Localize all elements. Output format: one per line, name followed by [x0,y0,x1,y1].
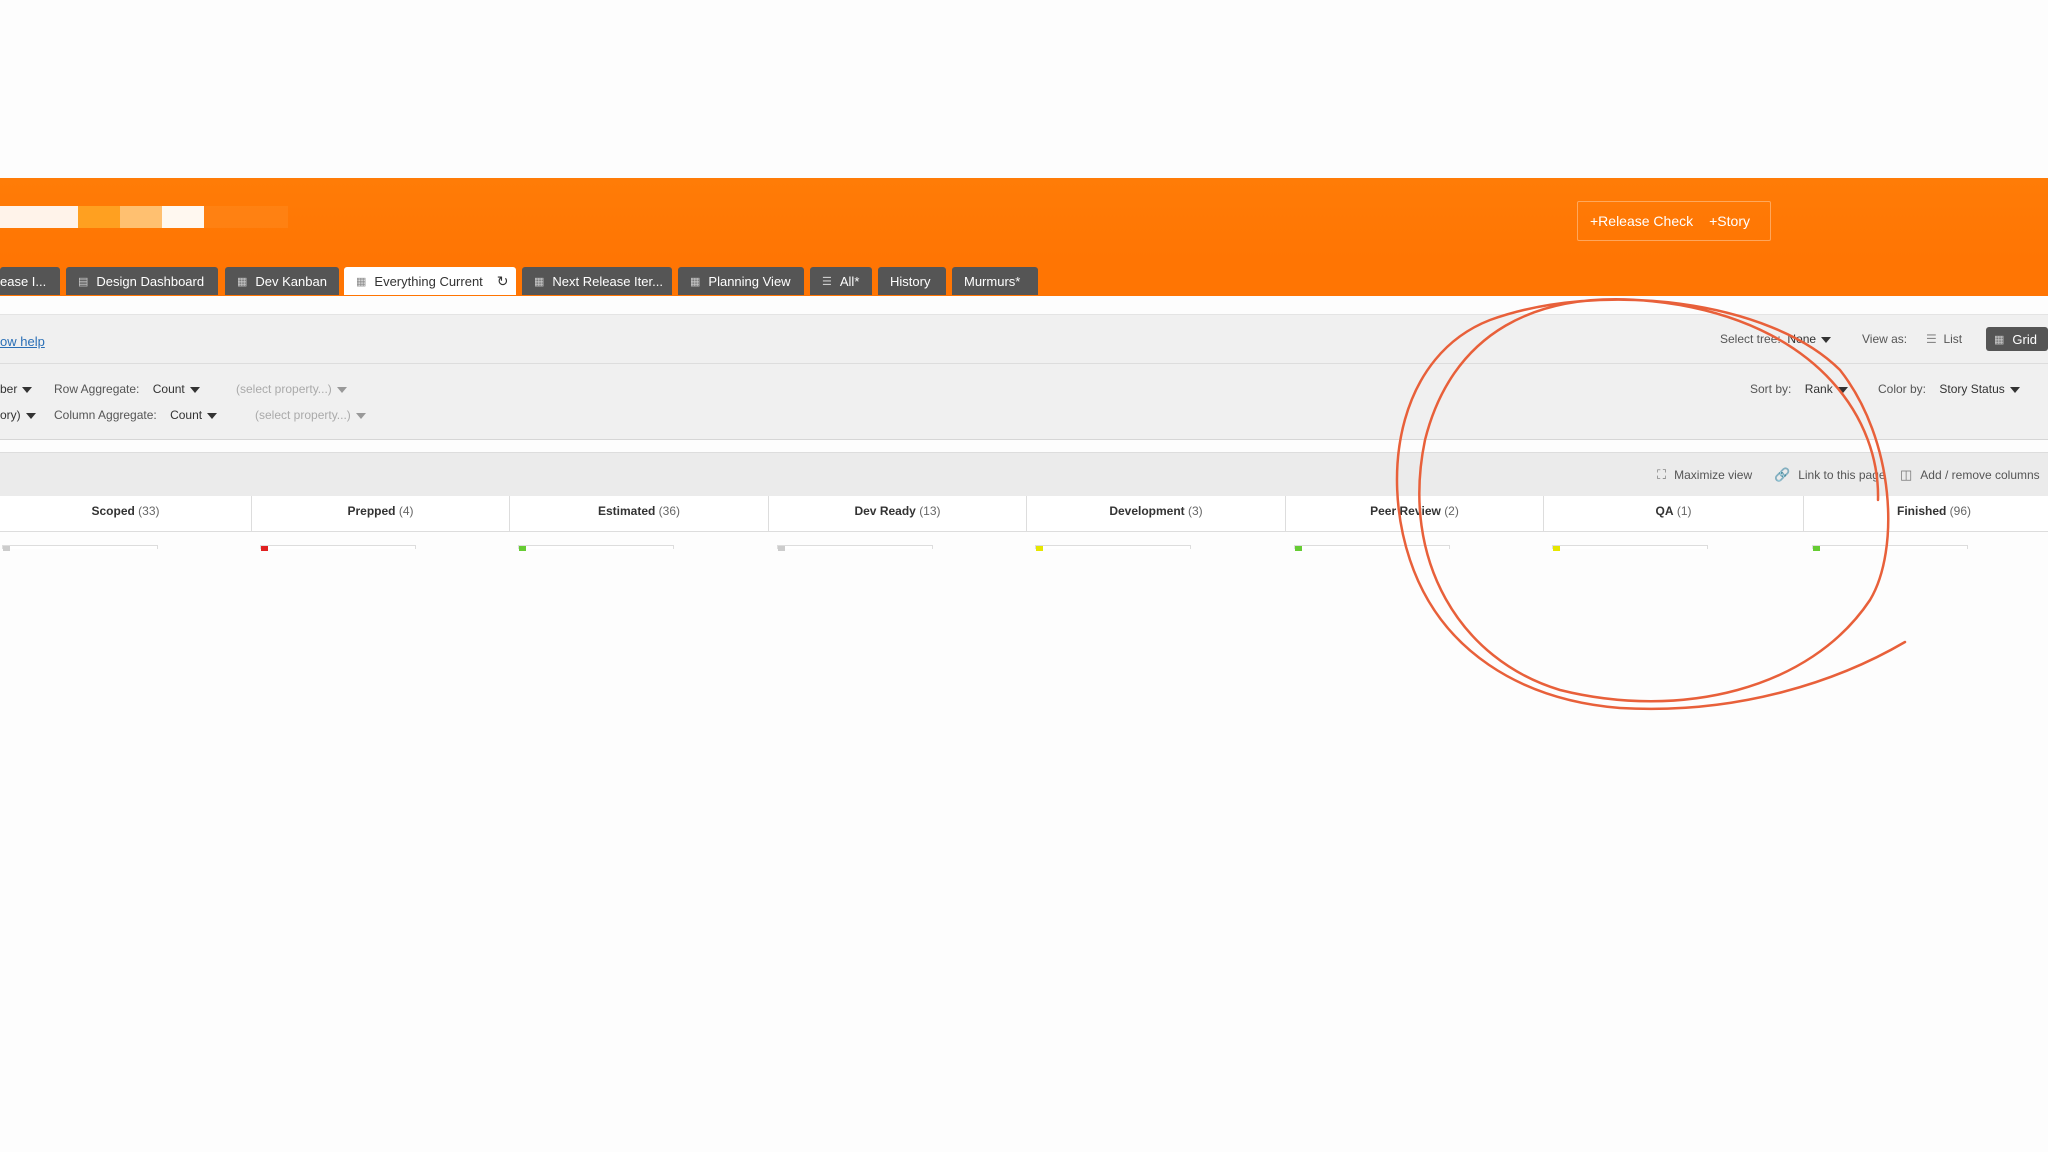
annotation-circle [1395,298,1907,711]
